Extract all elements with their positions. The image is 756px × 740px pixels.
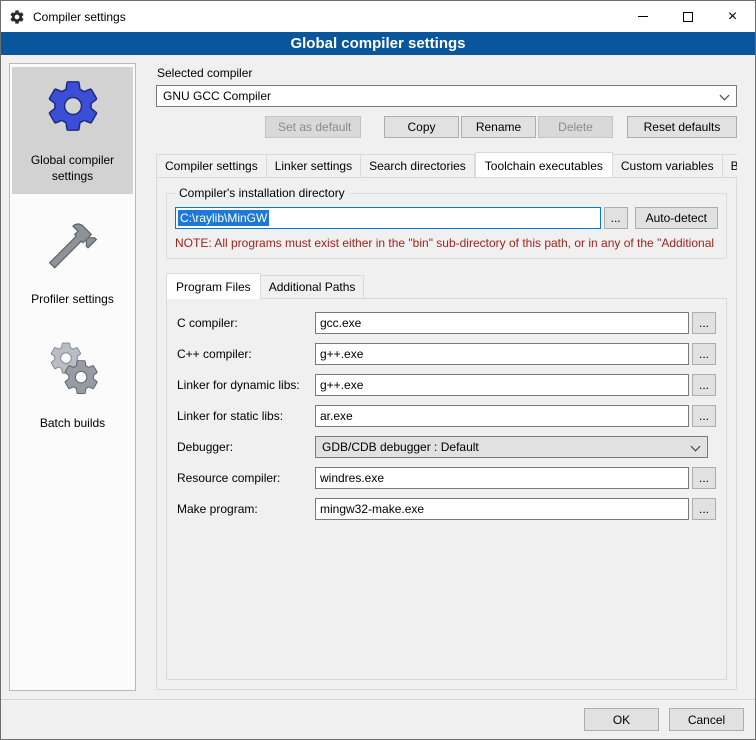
sidebar-item-label: Profiler settings: [31, 292, 114, 308]
program-files-panel: C compiler: ... C++ compiler: ... Linker…: [166, 298, 727, 680]
compiler-settings-window: Compiler settings × Global compiler sett…: [0, 0, 756, 740]
blue-gear-icon: [42, 75, 104, 137]
app-icon: [9, 8, 26, 25]
tab-search-directories[interactable]: Search directories: [361, 154, 475, 177]
resource-compiler-input[interactable]: [315, 467, 689, 489]
installation-directory-input[interactable]: C:\raylib\MinGW: [175, 207, 601, 229]
static-linker-label: Linker for static libs:: [177, 409, 315, 423]
gray-gears-icon: [42, 338, 104, 400]
sidebar-item-global-compiler-settings[interactable]: Global compiler settings: [12, 67, 133, 194]
resource-compiler-label: Resource compiler:: [177, 471, 315, 485]
cancel-button[interactable]: Cancel: [669, 708, 744, 731]
tab-additional-paths[interactable]: Additional Paths: [261, 275, 365, 298]
auto-detect-button[interactable]: Auto-detect: [635, 207, 718, 229]
browse-c-compiler-button[interactable]: ...: [692, 312, 716, 334]
profiler-hammer-icon: [42, 214, 104, 276]
resource-compiler-row: Resource compiler: ...: [177, 467, 716, 489]
installation-directory-value: C:\raylib\MinGW: [178, 210, 269, 226]
tab-program-files[interactable]: Program Files: [166, 273, 261, 299]
dynamic-linker-row: Linker for dynamic libs: ...: [177, 374, 716, 396]
tab-toolchain-executables[interactable]: Toolchain executables: [475, 152, 613, 177]
minimize-icon: [638, 16, 648, 17]
dialog-footer: OK Cancel: [1, 699, 755, 739]
installation-directory-group-title: Compiler's installation directory: [175, 186, 349, 200]
ok-button[interactable]: OK: [584, 708, 659, 731]
window-title: Compiler settings: [33, 10, 620, 24]
rename-button[interactable]: Rename: [461, 116, 536, 138]
set-as-default-button: Set as default: [265, 116, 361, 138]
compiler-actions: Set as default Copy Rename Delete Reset …: [156, 116, 737, 138]
selected-compiler-dropdown[interactable]: GNU GCC Compiler: [156, 85, 737, 107]
dynamic-linker-label: Linker for dynamic libs:: [177, 378, 315, 392]
browse-make-program-button[interactable]: ...: [692, 498, 716, 520]
browse-resource-compiler-button[interactable]: ...: [692, 467, 716, 489]
static-linker-row: Linker for static libs: ...: [177, 405, 716, 427]
tab-build-options[interactable]: Build: [723, 154, 737, 177]
selected-compiler-value: GNU GCC Compiler: [163, 89, 271, 103]
installation-directory-row: C:\raylib\MinGW ... Auto-detect: [175, 207, 718, 229]
cpp-compiler-input[interactable]: [315, 343, 689, 365]
cpp-compiler-label: C++ compiler:: [177, 347, 315, 361]
debugger-dropdown[interactable]: GDB/CDB debugger : Default: [315, 436, 708, 458]
make-program-row: Make program: ...: [177, 498, 716, 520]
static-linker-input[interactable]: [315, 405, 689, 427]
program-files-tab-bar: Program Files Additional Paths: [166, 273, 727, 298]
tab-custom-variables[interactable]: Custom variables: [613, 154, 723, 177]
sidebar-item-label: Global compiler settings: [15, 153, 130, 184]
dynamic-linker-input[interactable]: [315, 374, 689, 396]
installation-directory-group: Compiler's installation directory C:\ray…: [166, 193, 727, 259]
c-compiler-label: C compiler:: [177, 316, 315, 330]
close-button[interactable]: ×: [710, 1, 755, 32]
tab-linker-settings[interactable]: Linker settings: [267, 154, 361, 177]
toolchain-executables-panel: Compiler's installation directory C:\ray…: [156, 177, 737, 690]
browse-cpp-compiler-button[interactable]: ...: [692, 343, 716, 365]
close-icon: ×: [728, 9, 737, 25]
chevron-down-icon: [691, 442, 701, 452]
copy-button[interactable]: Copy: [384, 116, 459, 138]
dialog-header: Global compiler settings: [1, 32, 755, 55]
browse-static-linker-button[interactable]: ...: [692, 405, 716, 427]
tab-compiler-settings[interactable]: Compiler settings: [156, 154, 267, 177]
browse-directory-button[interactable]: ...: [604, 207, 628, 229]
c-compiler-input[interactable]: [315, 312, 689, 334]
main-panel: Selected compiler GNU GCC Compiler Set a…: [145, 63, 747, 691]
maximize-icon: [683, 12, 693, 22]
settings-category-list: Global compiler settings Profiler settin…: [9, 63, 136, 691]
sidebar-item-batch-builds[interactable]: Batch builds: [12, 330, 133, 442]
delete-button: Delete: [538, 116, 613, 138]
bin-subdirectory-note: NOTE: All programs must exist either in …: [175, 236, 718, 250]
c-compiler-row: C compiler: ...: [177, 312, 716, 334]
sidebar-item-label: Batch builds: [40, 416, 105, 432]
settings-tab-bar: Compiler settings Linker settings Search…: [156, 152, 737, 177]
selected-compiler-label: Selected compiler: [157, 66, 747, 80]
make-program-input[interactable]: [315, 498, 689, 520]
chevron-down-icon: [720, 91, 730, 101]
reset-defaults-button[interactable]: Reset defaults: [627, 116, 737, 138]
minimize-button[interactable]: [620, 1, 665, 32]
dialog-body: Global compiler settings Profiler settin…: [1, 55, 755, 699]
cpp-compiler-row: C++ compiler: ...: [177, 343, 716, 365]
maximize-button[interactable]: [665, 1, 710, 32]
browse-dynamic-linker-button[interactable]: ...: [692, 374, 716, 396]
debugger-label: Debugger:: [177, 440, 315, 454]
sidebar-item-profiler-settings[interactable]: Profiler settings: [12, 206, 133, 318]
debugger-row: Debugger: GDB/CDB debugger : Default: [177, 436, 716, 458]
make-program-label: Make program:: [177, 502, 315, 516]
titlebar: Compiler settings ×: [1, 1, 755, 32]
debugger-value: GDB/CDB debugger : Default: [322, 440, 479, 454]
